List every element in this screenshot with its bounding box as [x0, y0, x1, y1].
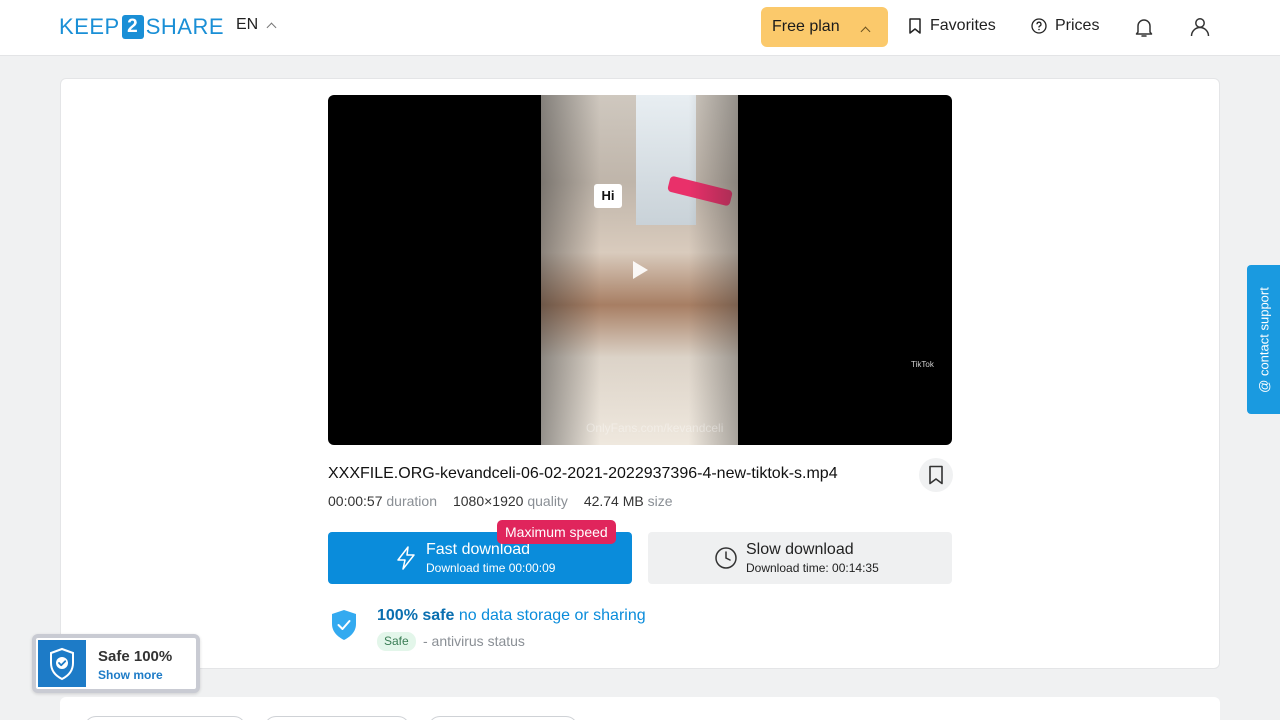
lightning-icon: [397, 546, 415, 570]
slow-download-time: Download time: 00:14:35: [746, 561, 879, 575]
tiktok-watermark: TikTok: [911, 360, 934, 369]
safety-statement: 100% safe no data storage or sharing: [377, 607, 646, 625]
safety-bold: 100% safe: [377, 607, 455, 624]
favorites-link[interactable]: Favorites: [908, 17, 996, 35]
safe-widget-title: Safe 100%: [98, 648, 173, 665]
chevron-up-icon: [266, 22, 277, 32]
duration-label: duration: [386, 493, 437, 509]
safe-status-badge: Safe: [377, 632, 416, 651]
shield-badge-icon: [38, 640, 86, 687]
clock-icon: [715, 547, 737, 569]
favorites-label: Favorites: [930, 17, 996, 34]
user-icon[interactable]: [1188, 15, 1212, 39]
safety-detail: no data storage or sharing: [458, 607, 646, 624]
bookmark-icon: [909, 18, 921, 34]
slow-download-button[interactable]: Slow download Download time: 00:14:35: [648, 532, 952, 584]
slow-download-title: Slow download: [746, 541, 854, 558]
contact-support-button[interactable]: @ contact support: [1247, 265, 1280, 414]
bell-icon[interactable]: [1132, 15, 1156, 39]
question-circle-icon: [1031, 18, 1047, 34]
quality-meta: 1080×1920 quality: [453, 493, 568, 509]
maximum-speed-badge: Maximum speed: [497, 520, 616, 544]
fast-download-time: Download time 00:00:09: [426, 561, 556, 575]
tab-pill[interactable]: [264, 716, 410, 720]
video-overlay-text: Hi: [594, 184, 622, 208]
antivirus-status-text: - antivirus status: [423, 633, 525, 649]
quality-label: quality: [527, 493, 568, 509]
language-selector[interactable]: EN: [236, 16, 277, 34]
file-meta: 00:00:57 duration 1080×1920 quality 42.7…: [328, 493, 673, 509]
safe-badge-widget[interactable]: Safe 100% Show more: [32, 634, 200, 693]
keep2share-logo[interactable]: KEEP 2 SHARE: [59, 14, 224, 40]
free-plan-button[interactable]: Free plan: [761, 7, 888, 47]
free-plan-label: Free plan: [772, 18, 840, 35]
add-to-favorites-button[interactable]: [919, 458, 953, 492]
size-meta: 42.74 MB size: [584, 493, 673, 509]
size-label: size: [647, 493, 673, 509]
size-value: 42.74 MB: [583, 493, 644, 509]
chevron-up-icon: [860, 26, 871, 37]
shield-check-icon: [332, 610, 356, 640]
tab-pill[interactable]: [428, 716, 578, 720]
logo-text-left: KEEP: [59, 14, 120, 39]
play-icon[interactable]: [633, 261, 648, 279]
logo-text-number: 2: [121, 15, 144, 39]
logo-text-right: SHARE: [145, 14, 224, 39]
quality-value: 1080×1920: [452, 493, 524, 509]
prices-label: Prices: [1055, 17, 1100, 34]
video-watermark: OnlyFans.com/kevandceli: [586, 421, 724, 435]
tab-pill[interactable]: [84, 716, 246, 720]
language-label: EN: [236, 16, 259, 33]
thumbnail-detail: [667, 175, 733, 207]
video-player[interactable]: TikTok Hi OnlyFans.com/kevandceli: [328, 95, 952, 445]
bookmark-icon: [929, 465, 943, 485]
show-more-link[interactable]: Show more: [98, 668, 163, 682]
top-header: KEEP 2 SHARE EN Free plan Favorites Pric…: [0, 0, 1280, 56]
duration-value: 00:00:57: [328, 493, 383, 509]
contact-support-label: @ contact support: [1256, 286, 1271, 393]
duration-meta: 00:00:57 duration: [328, 493, 437, 509]
prices-link[interactable]: Prices: [1031, 17, 1099, 35]
file-name: XXXFILE.ORG-kevandceli-06-02-2021-202293…: [328, 465, 838, 482]
